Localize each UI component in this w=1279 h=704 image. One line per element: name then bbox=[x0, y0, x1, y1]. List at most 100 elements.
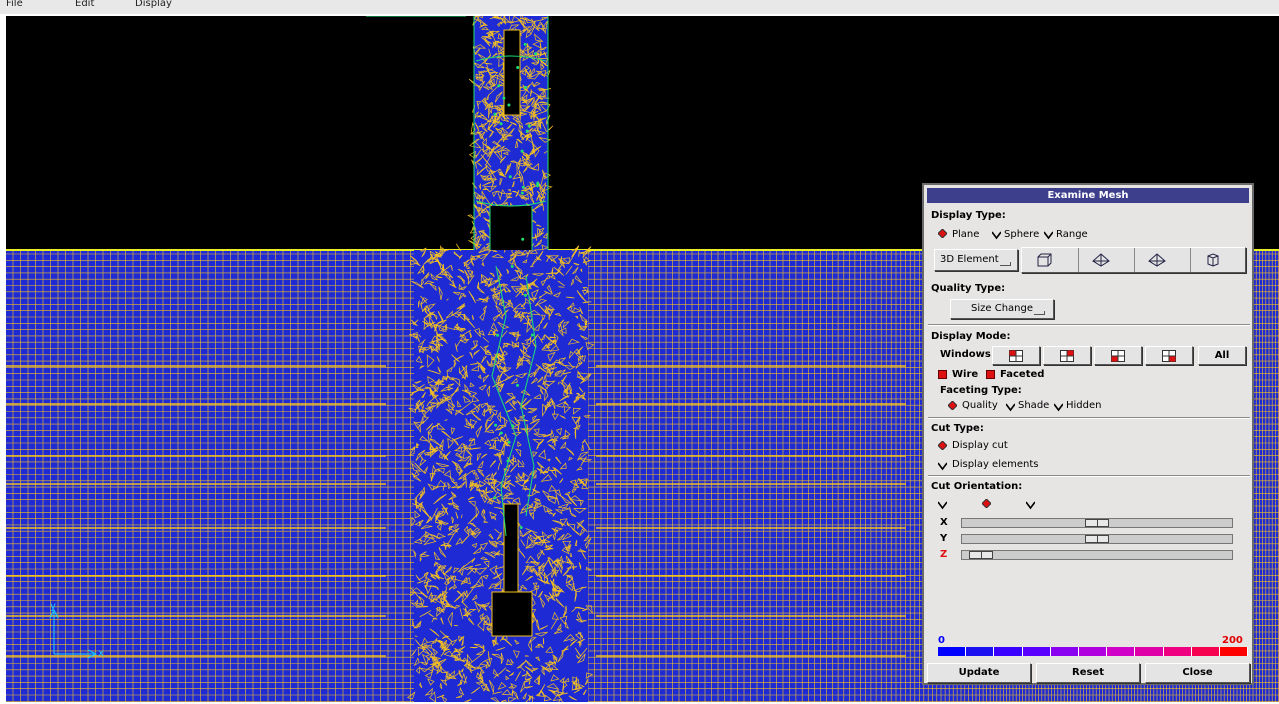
vertex-marker bbox=[519, 526, 523, 529]
reset-button[interactable]: Reset bbox=[1036, 663, 1140, 683]
separator bbox=[928, 417, 1250, 419]
window-top-right-button[interactable] bbox=[1043, 346, 1091, 365]
radio-sphere[interactable] bbox=[992, 231, 1001, 240]
colorbar-segment bbox=[1219, 647, 1249, 656]
display-type-label: Display Type: bbox=[931, 210, 1006, 221]
examine-mesh-panel: Examine Mesh Display Type: Plane Sphere … bbox=[922, 183, 1254, 685]
close-button[interactable]: Close bbox=[1145, 663, 1250, 683]
wire-label: Wire bbox=[952, 369, 979, 380]
slider-y[interactable] bbox=[961, 534, 1233, 544]
axis-y-label: y bbox=[50, 601, 57, 612]
vertex-marker bbox=[493, 496, 497, 500]
radio-quality[interactable] bbox=[948, 401, 957, 410]
quality-type-value: Size Change bbox=[971, 303, 1033, 314]
vertex-marker bbox=[516, 383, 519, 387]
option-display-cut-label: Display cut bbox=[952, 440, 1008, 451]
windows-label: Windows bbox=[940, 349, 991, 360]
colorbar-segment bbox=[966, 647, 995, 656]
slider-z[interactable] bbox=[961, 550, 1233, 560]
window-bottom-right-button[interactable] bbox=[1145, 346, 1193, 365]
radio-orient-x[interactable] bbox=[938, 501, 947, 510]
colorbar-segment bbox=[938, 647, 967, 656]
hexahedron-icon[interactable] bbox=[1036, 253, 1052, 267]
vertex-marker bbox=[493, 112, 497, 116]
slider-x[interactable] bbox=[961, 518, 1233, 528]
vertex-marker bbox=[523, 293, 527, 297]
vertex-marker bbox=[516, 66, 520, 69]
panel-title: Examine Mesh bbox=[927, 188, 1249, 203]
element-shape-group bbox=[1021, 247, 1246, 273]
vertex-marker bbox=[521, 185, 525, 189]
slider-thumb[interactable] bbox=[1085, 519, 1109, 527]
tetrahedron-icon[interactable] bbox=[1206, 253, 1220, 267]
window-top-left-button[interactable] bbox=[992, 346, 1040, 365]
colorbar-segment bbox=[1107, 647, 1136, 656]
quality-colorbar bbox=[938, 647, 1249, 656]
vertex-marker bbox=[521, 237, 525, 241]
window-bottom-left-button[interactable] bbox=[1094, 346, 1142, 365]
radio-display-cut[interactable] bbox=[938, 441, 947, 450]
faceted-checkbox[interactable] bbox=[986, 370, 995, 379]
element-type-menu-label: 3D Element bbox=[940, 254, 999, 265]
wedge-icon[interactable] bbox=[1148, 253, 1166, 267]
vertex-marker bbox=[527, 124, 531, 128]
radio-range[interactable] bbox=[1044, 231, 1053, 240]
colorbar-segment bbox=[1191, 647, 1220, 656]
menu-file[interactable]: File bbox=[6, 0, 23, 9]
window-top-left-icon bbox=[1009, 350, 1023, 362]
all-windows-button[interactable]: All bbox=[1198, 346, 1246, 365]
radio-shade[interactable] bbox=[1006, 403, 1015, 412]
menu-display[interactable]: Display bbox=[135, 0, 172, 9]
element-type-menu[interactable]: 3D Element bbox=[934, 249, 1018, 271]
radio-hidden[interactable] bbox=[1054, 403, 1063, 412]
vertex-marker bbox=[508, 175, 512, 179]
vertex-marker bbox=[536, 181, 540, 185]
colorbar-segment bbox=[1078, 647, 1108, 656]
separator bbox=[928, 475, 1250, 477]
slider-thumb[interactable] bbox=[1085, 535, 1109, 543]
radio-orient-y[interactable] bbox=[982, 499, 991, 508]
slider-thumb[interactable] bbox=[969, 551, 993, 559]
option-shade-label: Shade bbox=[1018, 400, 1050, 411]
quality-type-label: Quality Type: bbox=[931, 283, 1006, 294]
colorbar-max-label: 200 bbox=[1222, 635, 1243, 646]
vertex-marker bbox=[502, 96, 506, 100]
slider-x-label: X bbox=[940, 517, 948, 528]
option-menu-icon bbox=[1000, 262, 1011, 266]
pyramid-icon[interactable] bbox=[1092, 253, 1110, 267]
quality-type-menu[interactable]: Size Change bbox=[950, 299, 1054, 319]
option-plane-label: Plane bbox=[952, 229, 980, 240]
option-sphere-label: Sphere bbox=[1004, 229, 1040, 240]
option-range-label: Range bbox=[1056, 229, 1088, 240]
window-top-right-icon bbox=[1060, 350, 1074, 362]
cavity-bottom bbox=[491, 591, 533, 637]
vertex-marker bbox=[507, 103, 511, 107]
axis-x-label: x bbox=[98, 648, 105, 659]
wire-checkbox[interactable] bbox=[938, 370, 947, 379]
menu-edit[interactable]: Edit bbox=[75, 0, 94, 9]
colorbar-segment bbox=[994, 647, 1023, 656]
option-display-elements-label: Display elements bbox=[952, 459, 1039, 470]
vertex-marker bbox=[496, 333, 500, 337]
vertex-marker bbox=[506, 459, 510, 463]
radio-orient-z[interactable] bbox=[1026, 501, 1035, 510]
slider-y-label: Y bbox=[940, 533, 948, 544]
vertex-marker bbox=[510, 265, 514, 268]
faceted-label: Faceted bbox=[1000, 369, 1045, 380]
radio-plane[interactable] bbox=[938, 229, 947, 238]
cavity-upper bbox=[503, 29, 521, 116]
colorbar-segment bbox=[1135, 647, 1164, 656]
radio-display-elements[interactable] bbox=[938, 462, 947, 471]
colorbar-segment bbox=[1050, 647, 1079, 656]
cavity-neck bbox=[490, 206, 532, 250]
vertex-marker bbox=[499, 122, 503, 126]
window-bottom-right-icon bbox=[1162, 350, 1176, 362]
vertex-marker bbox=[497, 84, 501, 88]
update-button[interactable]: Update bbox=[927, 663, 1031, 683]
faceting-type-label: Faceting Type: bbox=[940, 385, 1022, 396]
colorbar-min-label: 0 bbox=[938, 635, 945, 646]
option-quality-label: Quality bbox=[962, 400, 998, 411]
display-mode-label: Display Mode: bbox=[931, 331, 1011, 342]
option-hidden-label: Hidden bbox=[1066, 400, 1102, 411]
vertex-marker bbox=[523, 42, 527, 46]
